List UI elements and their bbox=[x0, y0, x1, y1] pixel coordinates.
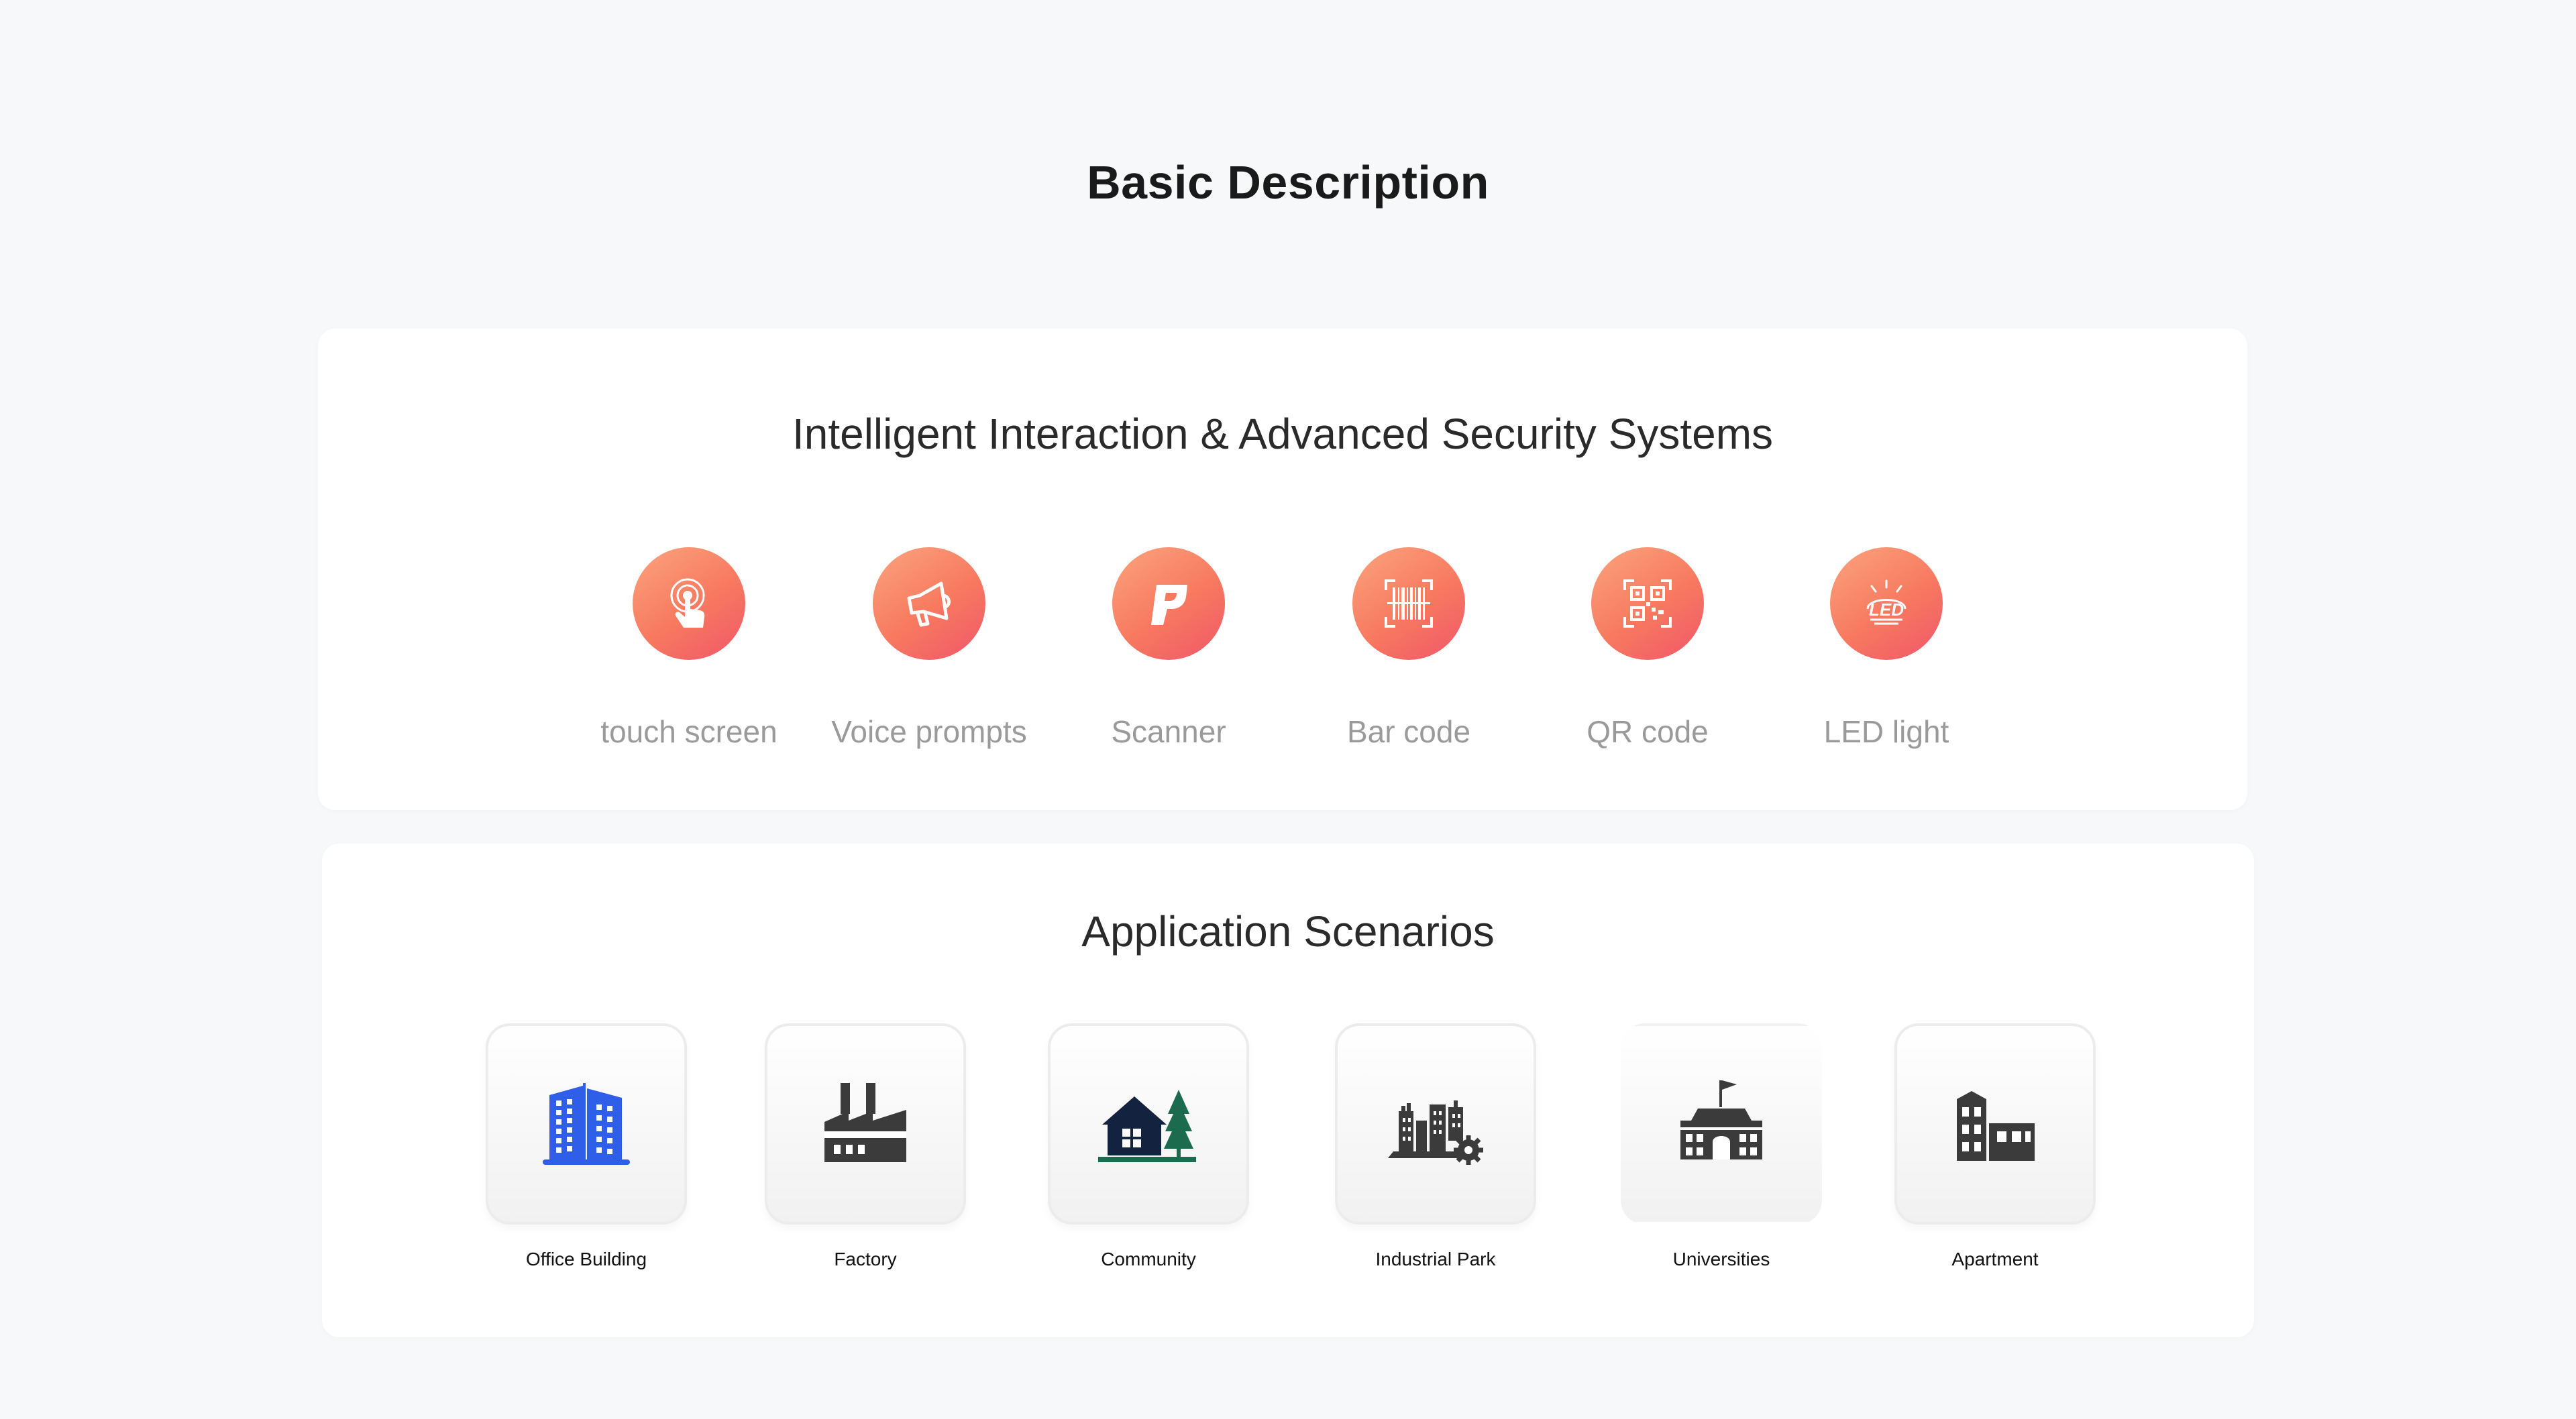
led-icon: LED bbox=[1830, 547, 1943, 660]
scenario-apartment: Apartment bbox=[1874, 1023, 2116, 1270]
scenario-industrial-park: Industrial Park bbox=[1315, 1023, 1556, 1270]
scenario-label: Apartment bbox=[1951, 1249, 2039, 1269]
feature-label: Voice prompts bbox=[831, 714, 1027, 749]
scenario-label: Universities bbox=[1672, 1249, 1770, 1269]
features-card: Intelligent Interaction & Advanced Secur… bbox=[318, 329, 2247, 810]
scenario-label: Office Building bbox=[525, 1249, 647, 1269]
megaphone-icon bbox=[873, 547, 985, 660]
scenario-universities: Universities bbox=[1601, 1023, 1842, 1270]
feature-label: Scanner bbox=[1111, 714, 1226, 749]
touch-icon bbox=[633, 547, 745, 660]
scenarios-title: Application Scenarios bbox=[1081, 907, 1495, 956]
community-icon bbox=[1048, 1023, 1249, 1225]
scenario-community: Community bbox=[1028, 1023, 1269, 1270]
feature-label: touch screen bbox=[600, 714, 777, 749]
barcode-icon bbox=[1352, 547, 1465, 660]
feature-led-light: LED LED light bbox=[1772, 547, 2000, 750]
feature-label: LED light bbox=[1823, 714, 1949, 749]
feature-qr-code: QR code bbox=[1534, 547, 1762, 750]
scenario-office-building: Office Building bbox=[466, 1023, 707, 1270]
svg-text:LED: LED bbox=[1869, 600, 1904, 620]
scenario-label: Community bbox=[1101, 1249, 1196, 1269]
feature-scanner: Scanner bbox=[1055, 547, 1283, 750]
scanner-icon bbox=[1112, 547, 1225, 660]
feature-touch-screen: touch screen bbox=[575, 547, 803, 750]
scenario-label: Factory bbox=[834, 1249, 897, 1269]
features-title: Intelligent Interaction & Advanced Secur… bbox=[792, 410, 1774, 458]
scenario-factory: Factory bbox=[745, 1023, 986, 1270]
qrcode-icon bbox=[1591, 547, 1704, 660]
feature-voice-prompts: Voice prompts bbox=[815, 547, 1043, 750]
factory-icon bbox=[765, 1023, 966, 1225]
feature-label: Bar code bbox=[1346, 714, 1471, 749]
office-building-icon bbox=[486, 1023, 687, 1225]
industrial-park-icon bbox=[1335, 1023, 1536, 1225]
feature-bar-code: Bar code bbox=[1295, 547, 1523, 750]
apartment-icon bbox=[1894, 1023, 2096, 1225]
scenarios-card: Application Scenarios Office Building Fa… bbox=[322, 844, 2254, 1337]
feature-label: QR code bbox=[1587, 714, 1709, 749]
page-title: Basic Description bbox=[1087, 156, 1489, 209]
university-icon bbox=[1621, 1023, 1822, 1225]
scenario-label: Industrial Park bbox=[1375, 1249, 1496, 1269]
